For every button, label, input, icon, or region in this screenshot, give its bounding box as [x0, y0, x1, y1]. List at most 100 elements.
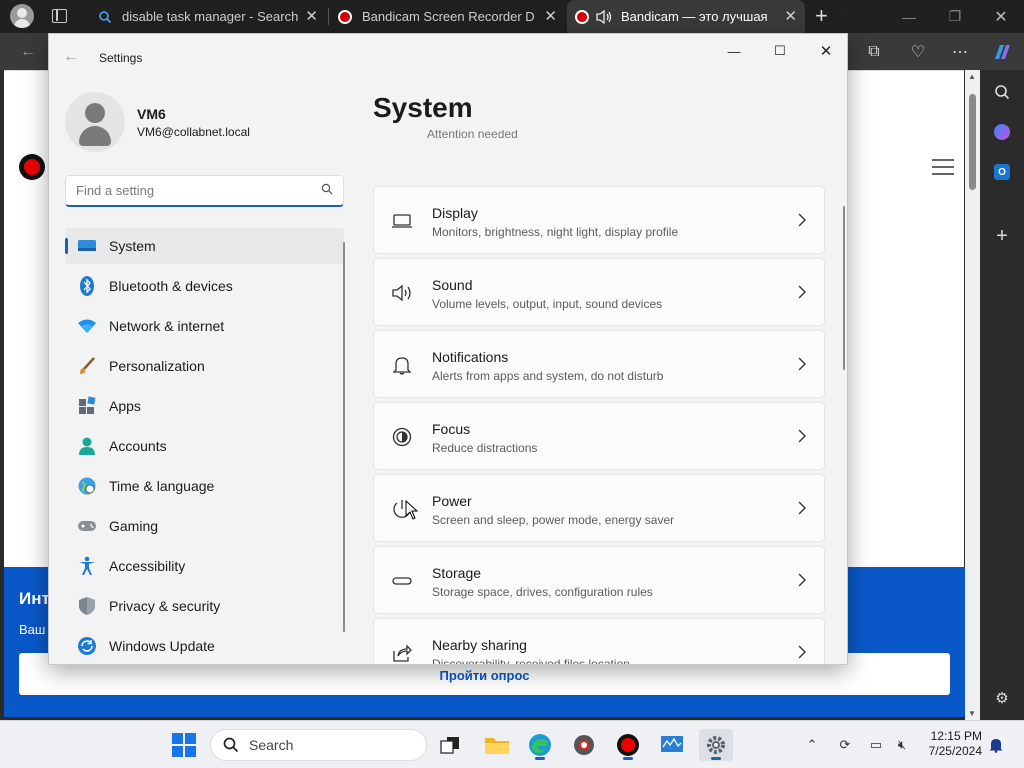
task-view-icon[interactable]: [433, 729, 467, 761]
settings-window: ← Settings — ☐ ✕ VM6 VM6@collabnet.local…: [48, 33, 848, 665]
close-icon[interactable]: ✕: [803, 40, 847, 62]
nearby-sharing-card[interactable]: Nearby sharing Discoverability, received…: [373, 618, 825, 665]
app-title: Settings: [99, 51, 143, 65]
card-description: Discoverability, received files location: [432, 657, 630, 665]
settings-cards: Display Monitors, brightness, night ligh…: [373, 186, 825, 665]
browser-essentials-icon[interactable]: ♡: [906, 40, 930, 64]
storage-card[interactable]: Storage Storage space, drives, configura…: [373, 546, 825, 614]
card-title: Power: [432, 493, 472, 509]
monitor-app-icon[interactable]: [655, 729, 689, 761]
apps-icon: [77, 396, 97, 416]
sidebar-item-label: Accessibility: [109, 558, 186, 574]
tab-actions-icon[interactable]: [52, 9, 67, 23]
sidebar-item-label: Personalization: [109, 358, 205, 374]
hamburger-menu-icon[interactable]: [932, 159, 954, 180]
browser-tab-search[interactable]: disable task manager - Search ✕: [88, 0, 326, 33]
new-tab-button[interactable]: +: [815, 3, 828, 29]
sidebar-item-label: Network & internet: [109, 318, 225, 334]
sidebar-item-label: System: [109, 238, 156, 254]
taskbar: Search ⌃ ⟳ ▭ 🔇︎ 12:15 PM 7/25/2024: [0, 720, 1024, 768]
sidebar-item-time-language[interactable]: Time & language: [65, 468, 344, 504]
privacy-icon: [77, 596, 97, 616]
speaker-icon[interactable]: [595, 9, 613, 25]
card-title: Storage: [432, 565, 482, 581]
back-arrow-icon[interactable]: ←: [16, 40, 40, 64]
settings-app-icon[interactable]: [699, 729, 733, 761]
user-email: VM6@collabnet.local: [137, 125, 250, 139]
edge-browser-icon[interactable]: [523, 729, 557, 761]
sound-card[interactable]: Sound Volume levels, output, input, soun…: [373, 258, 825, 326]
network-tray-icon[interactable]: ▭: [866, 735, 886, 755]
add-sidebar-app-icon[interactable]: +: [990, 224, 1014, 248]
taskbar-search[interactable]: Search: [210, 729, 427, 761]
card-description: Monitors, brightness, night light, displ…: [432, 225, 679, 239]
mouse-cursor-icon: [405, 500, 419, 520]
sidebar-item-accounts[interactable]: Accounts: [65, 428, 344, 464]
chevron-up-icon[interactable]: ⌃: [802, 735, 822, 755]
close-icon[interactable]: ✕: [305, 7, 318, 25]
sidebar-item-network[interactable]: Network & internet: [65, 308, 344, 344]
chrome-app-icon[interactable]: [567, 729, 601, 761]
chevron-right-icon: [798, 501, 806, 515]
sidebar-item-personalization[interactable]: Personalization: [65, 348, 344, 384]
profile-avatar[interactable]: [10, 4, 34, 28]
find-setting-search[interactable]: [65, 175, 344, 207]
sound-icon: [392, 284, 411, 302]
sidebar-item-apps[interactable]: Apps: [65, 388, 344, 424]
site-logo[interactable]: [19, 154, 45, 180]
search-icon[interactable]: [990, 80, 1014, 104]
card-description: Volume levels, output, input, sound devi…: [432, 297, 663, 311]
close-window-icon[interactable]: ✕: [978, 0, 1024, 33]
personalization-icon: [77, 356, 97, 376]
sidebar-item-gaming[interactable]: Gaming: [65, 508, 344, 544]
search-icon: [321, 183, 333, 195]
power-card[interactable]: Power Screen and sleep, power mode, ener…: [373, 474, 825, 542]
copilot-icon[interactable]: [990, 40, 1014, 64]
browser-tab-bar: disable task manager - Search ✕ Bandicam…: [0, 0, 1024, 33]
notifications-card[interactable]: Notifications Alerts from apps and syste…: [373, 330, 825, 398]
sidebar-item-privacy[interactable]: Privacy & security: [65, 588, 344, 624]
browser-tab-bandicam-download[interactable]: Bandicam Screen Recorder Dow ✕: [330, 0, 565, 33]
content-scrollbar[interactable]: [843, 206, 845, 370]
bandicam-icon[interactable]: [611, 729, 645, 761]
minimize-icon[interactable]: —: [711, 40, 757, 62]
close-icon[interactable]: ✕: [544, 7, 557, 25]
chevron-right-icon: [798, 213, 806, 227]
restore-icon[interactable]: ❐: [932, 0, 978, 33]
back-arrow-icon[interactable]: ←: [63, 48, 79, 66]
sync-icon[interactable]: ⟳: [835, 735, 855, 755]
chevron-right-icon: [798, 357, 806, 371]
sidebar-item-accessibility[interactable]: Accessibility: [65, 548, 344, 584]
sidebar-item-bluetooth[interactable]: Bluetooth & devices: [65, 268, 344, 304]
nav-scrollbar[interactable]: [343, 242, 345, 632]
display-card[interactable]: Display Monitors, brightness, night ligh…: [373, 186, 825, 254]
copilot-sidebar-icon[interactable]: [990, 120, 1014, 144]
card-title: Nearby sharing: [432, 637, 527, 653]
minimize-icon[interactable]: —: [886, 0, 932, 33]
sidebar-item-system[interactable]: System: [65, 228, 344, 264]
sidebar-item-windows-update[interactable]: Windows Update: [65, 628, 344, 664]
page-scrollbar[interactable]: ▲ ▼: [965, 70, 980, 720]
maximize-icon[interactable]: ☐: [757, 40, 803, 62]
focus-card[interactable]: Focus Reduce distractions: [373, 402, 825, 470]
sidebar-item-label: Time & language: [109, 478, 215, 494]
search-icon: [99, 10, 112, 23]
close-icon[interactable]: ✕: [784, 7, 797, 25]
notification-bell-icon[interactable]: [988, 737, 1004, 753]
accessibility-icon: [77, 556, 97, 576]
collections-icon[interactable]: ⧉: [862, 40, 886, 64]
more-options-icon[interactable]: ⋯: [948, 40, 972, 64]
clock[interactable]: 12:15 PM 7/25/2024: [918, 729, 982, 759]
search-input[interactable]: [76, 176, 306, 204]
windows-start-icon[interactable]: [172, 733, 196, 757]
browser-tab-bandicam-ru[interactable]: Bandicam — это лучшая пр ✕: [567, 0, 805, 33]
search-icon: [223, 737, 239, 753]
avatar[interactable]: [65, 92, 125, 152]
volume-muted-icon[interactable]: 🔇︎: [892, 735, 912, 755]
outlook-icon[interactable]: O: [990, 160, 1014, 184]
page-title: System: [373, 92, 473, 123]
network-icon: [77, 316, 97, 336]
file-explorer-icon[interactable]: [480, 729, 514, 761]
user-name: VM6: [137, 106, 166, 122]
settings-gear-icon[interactable]: ⚙: [990, 686, 1014, 710]
